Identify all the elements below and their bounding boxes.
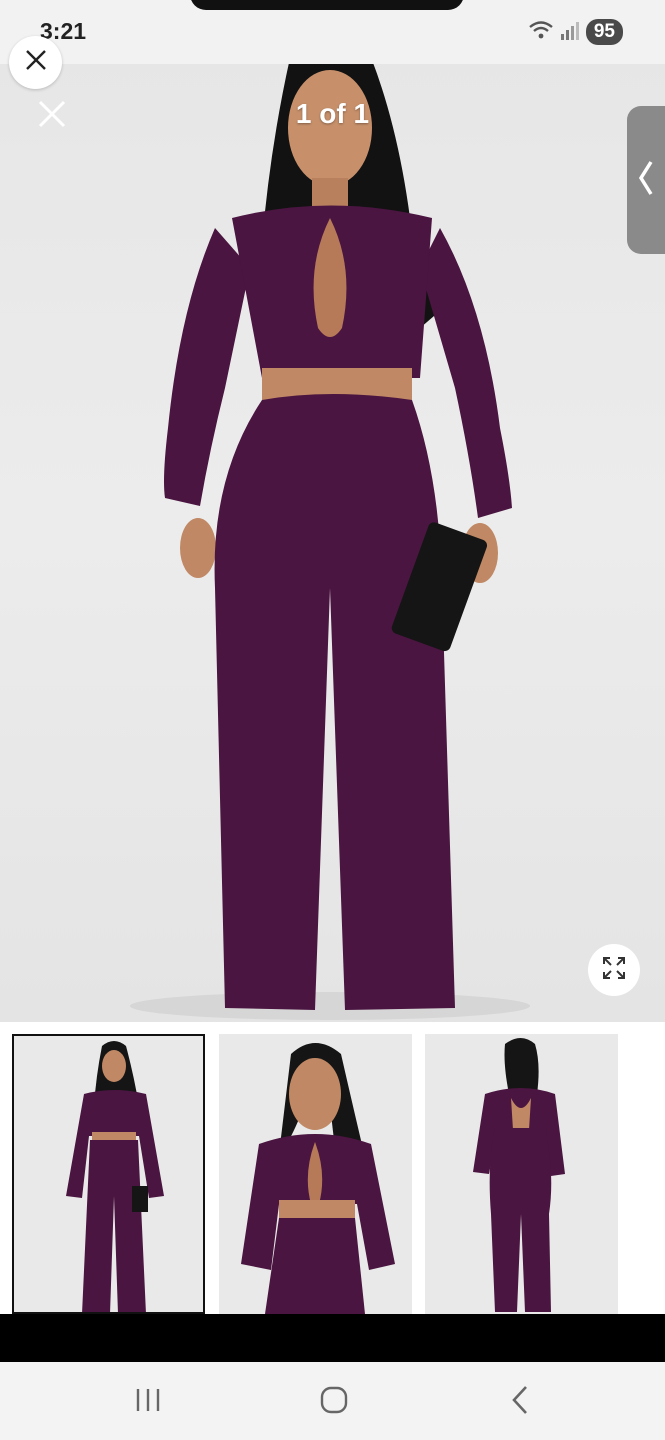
wifi-icon bbox=[528, 19, 554, 46]
home-icon bbox=[320, 1386, 348, 1419]
image-counter: 1 of 1 bbox=[295, 98, 370, 129]
expand-button[interactable] bbox=[588, 944, 640, 996]
expand-icon bbox=[601, 955, 627, 986]
recents-icon bbox=[134, 1387, 162, 1418]
thumbnail-3[interactable] bbox=[425, 1034, 618, 1314]
system-nav-bar bbox=[0, 1362, 665, 1440]
thumbnail-strip bbox=[0, 1022, 665, 1314]
status-icons: 95 bbox=[528, 18, 623, 46]
battery-indicator: 95 bbox=[585, 19, 623, 45]
side-panel-tab[interactable] bbox=[627, 106, 665, 254]
black-band bbox=[0, 1314, 665, 1362]
recents-button[interactable] bbox=[128, 1384, 168, 1420]
signal-icon bbox=[560, 19, 580, 46]
back-button[interactable] bbox=[500, 1384, 540, 1420]
thumbnail-2[interactable] bbox=[219, 1034, 412, 1314]
thumbnail-image bbox=[473, 1038, 565, 1312]
thumbnail-image bbox=[66, 1041, 164, 1312]
home-button[interactable] bbox=[314, 1384, 354, 1420]
chevron-left-icon bbox=[638, 158, 654, 203]
camera-notch bbox=[190, 0, 464, 10]
close-icon bbox=[25, 49, 47, 76]
close-button[interactable] bbox=[9, 36, 62, 89]
product-image-main[interactable] bbox=[0, 28, 665, 1022]
thumbnail-image bbox=[241, 1043, 395, 1314]
model-figure bbox=[130, 43, 530, 1020]
back-icon bbox=[510, 1385, 530, 1420]
thumbnail-1[interactable] bbox=[12, 1034, 205, 1314]
